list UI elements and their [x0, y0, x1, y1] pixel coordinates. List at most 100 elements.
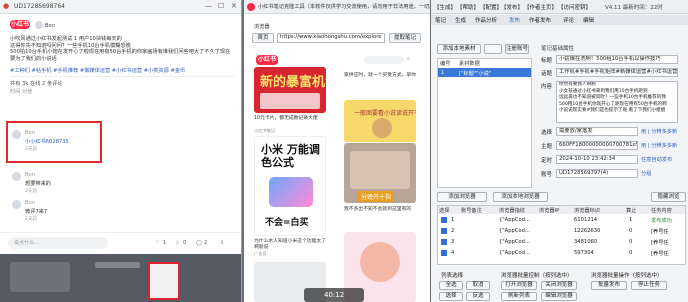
row-checkbox[interactable] — [441, 217, 447, 223]
edit-browser-button[interactable]: 编辑浏览器 — [541, 292, 577, 301]
share-icon[interactable]: ⇪ — [220, 240, 224, 246]
row-checkbox[interactable] — [441, 239, 447, 245]
tab-publish[interactable]: 发布 — [509, 16, 520, 24]
open-browser-button[interactable]: 打开浏览器 — [501, 281, 537, 290]
row-checkbox[interactable] — [441, 228, 447, 234]
auto-publish-link[interactable]: 任意自动发布 — [641, 156, 672, 163]
material-list — [437, 58, 532, 188]
comment-avatar[interactable] — [12, 200, 21, 209]
row-fingerprint: {"AppCod... — [499, 217, 530, 223]
close-browser-button[interactable]: 关闭浏览器 — [541, 281, 577, 290]
row-id: 1 — [451, 217, 455, 223]
card-author[interactable]: 广告员 — [254, 251, 267, 257]
tab-note[interactable]: 笔记 — [435, 16, 446, 24]
cancel-select-button[interactable]: 取消 — [466, 281, 490, 290]
comment-author[interactable]: Bon — [25, 172, 35, 178]
comment-author[interactable]: Bon — [25, 200, 35, 206]
url-input[interactable]: https://www.xiaohongshu.com/explore — [277, 33, 385, 43]
tab-edit[interactable]: 编辑 — [583, 16, 594, 24]
row-checkbox[interactable] — [441, 250, 447, 256]
note-card[interactable]: 一般图要看小说读说开不知不觉在你大 — [344, 100, 416, 142]
menu-gen[interactable]: 【生成】 — [434, 3, 456, 11]
menu-author[interactable]: 【作者主页】 — [524, 3, 557, 11]
divider — [10, 76, 235, 77]
comment-input[interactable]: 说点什么... — [8, 237, 108, 249]
tab-gen[interactable]: 生成 — [455, 16, 466, 24]
card-caption: 家供应时，就一个买受方式，早你 — [344, 73, 416, 78]
add-browser-button[interactable]: 添加浏览器 — [437, 192, 487, 202]
fetch-note-button[interactable]: 提取笔记 — [389, 33, 421, 43]
add-local-browser-button[interactable]: 添加本地浏览器 — [493, 192, 548, 202]
minimize-icon[interactable]: — — [205, 2, 212, 10]
search-box[interactable] — [364, 56, 404, 64]
comment-avatar[interactable] — [12, 172, 21, 181]
group-batch-ops: 浏览器批量操作（按列选中） — [591, 273, 663, 279]
note-card[interactable]: 新的暴富机会 — [254, 67, 326, 113]
tab-author-publish[interactable]: 作者发布 — [529, 16, 551, 24]
time-input[interactable]: 2024-10-10 23:42:34 — [556, 155, 638, 164]
browser-table — [437, 205, 686, 265]
menu-help[interactable]: 【帮助】 — [457, 3, 479, 11]
tags-input[interactable]: 工作机#手机#手机矩阵#新媒体运营#小红书运营# — [556, 68, 678, 77]
register-account-button[interactable]: 注册账号 — [505, 44, 529, 54]
post-author-name[interactable]: Bon — [45, 23, 55, 29]
rand-link-1[interactable]: 用 | 分辨多多新 — [641, 128, 677, 135]
account-label: 账号 — [541, 172, 553, 178]
row-fingerprint: {"AppCod... — [499, 228, 530, 234]
menu-keys[interactable]: 【访问密钥】 — [558, 3, 591, 11]
list-row-id: 1 — [441, 70, 445, 76]
comment-sort[interactable]: 时间 对他 — [10, 88, 32, 95]
title-input[interactable]: 小姑娘在洗啊！500租10台手机以操作技巧 — [556, 55, 678, 64]
post-line-3: 500拍10台手机小炮在发开心了啦现在用有50台手机的你家画场有谁我们问些吧大了… — [10, 49, 231, 62]
feed-selected-thumb[interactable] — [148, 262, 180, 300]
tab-analysis[interactable]: 作品分析 — [475, 16, 497, 24]
menu-config[interactable]: 【配置】 — [480, 3, 502, 11]
like-icon[interactable]: ♡ — [155, 240, 160, 246]
close-icon[interactable]: ✕ — [231, 2, 237, 10]
hide-browser-button[interactable]: 隐藏浏览 — [651, 192, 686, 202]
sync-input[interactable]: 需要放/家落发 — [556, 127, 638, 136]
xhs-logo[interactable]: 小红书 — [256, 55, 278, 65]
post-author-avatar[interactable] — [35, 21, 43, 29]
stop-task-button[interactable]: 停止任务 — [631, 281, 667, 290]
comment-author[interactable]: Bon — [25, 130, 35, 136]
group-link[interactable]: 分组 — [641, 170, 651, 177]
account-input[interactable]: UD1728569797(4) — [556, 169, 638, 178]
post-line-1: 小吹风通过小红书发起测试 1 用户10块钱每天的 — [10, 36, 122, 42]
maximize-icon[interactable]: ☐ — [218, 2, 224, 10]
post-tags[interactable]: #工种们 #帖手机 #手机推荐 #做媒体运营 #小红书运营 #小类资源 #金币 — [10, 67, 185, 74]
feed-thumb[interactable] — [10, 262, 70, 292]
refresh-list-button[interactable]: 刷新列表 — [501, 292, 537, 301]
xhs-logo[interactable]: 小红书 — [10, 20, 30, 29]
row-ip: 12262630 — [574, 228, 601, 234]
batch-publish-button[interactable]: 批量发布 — [591, 281, 627, 290]
menu-publish[interactable]: 【发布】 — [501, 3, 523, 11]
note-card[interactable]: 分娩开十指 — [344, 143, 416, 203]
topic-label: 主题 — [541, 144, 553, 150]
home-button[interactable]: 首页 — [252, 33, 274, 43]
search-icon[interactable]: ⌕ — [407, 56, 410, 63]
card-author[interactable]: 小红书笔记 — [254, 128, 275, 134]
rand-link-2[interactable]: 用 | 分辨多多新 — [641, 142, 677, 149]
row-id: 4 — [451, 250, 455, 256]
row-flag: 1 — [629, 217, 633, 223]
tab-comment[interactable]: 评论 — [563, 16, 574, 24]
title-label: 标题 — [541, 58, 553, 64]
select-all-button[interactable]: 全选 — [439, 281, 463, 290]
star-icon[interactable]: ☆ — [175, 240, 180, 246]
comment-meta: 2天前 — [25, 147, 37, 152]
like-count: 1 — [163, 240, 167, 246]
note-card[interactable]: 小米 万能调色公式 不会=白买 — [254, 136, 326, 236]
content-textarea[interactable]: 你然有要我人啊啊 小女孩通过小红书来到我们用10台手机跑到 远远再也不知道被风吹… — [556, 81, 678, 123]
row-flag: 0 — [629, 250, 633, 256]
choose-button[interactable]: 选择 — [439, 292, 463, 301]
left-window-titlebar: ● UD17285698764 — ☐ ✕ — [0, 0, 241, 14]
list-toggle-button[interactable] — [484, 44, 502, 54]
topic-input[interactable]: 660FF18000000000700781e5,15 奇面 — [556, 141, 638, 150]
row-fingerprint: {"AppCod... — [499, 250, 530, 256]
add-local-material-button[interactable]: 添加本地素材 — [437, 44, 481, 54]
comment-avatar[interactable] — [12, 130, 21, 139]
comment-icon[interactable]: ◯ — [196, 240, 202, 246]
star-count: 0 — [183, 240, 187, 246]
invert-select-button[interactable]: 反选 — [466, 292, 490, 301]
